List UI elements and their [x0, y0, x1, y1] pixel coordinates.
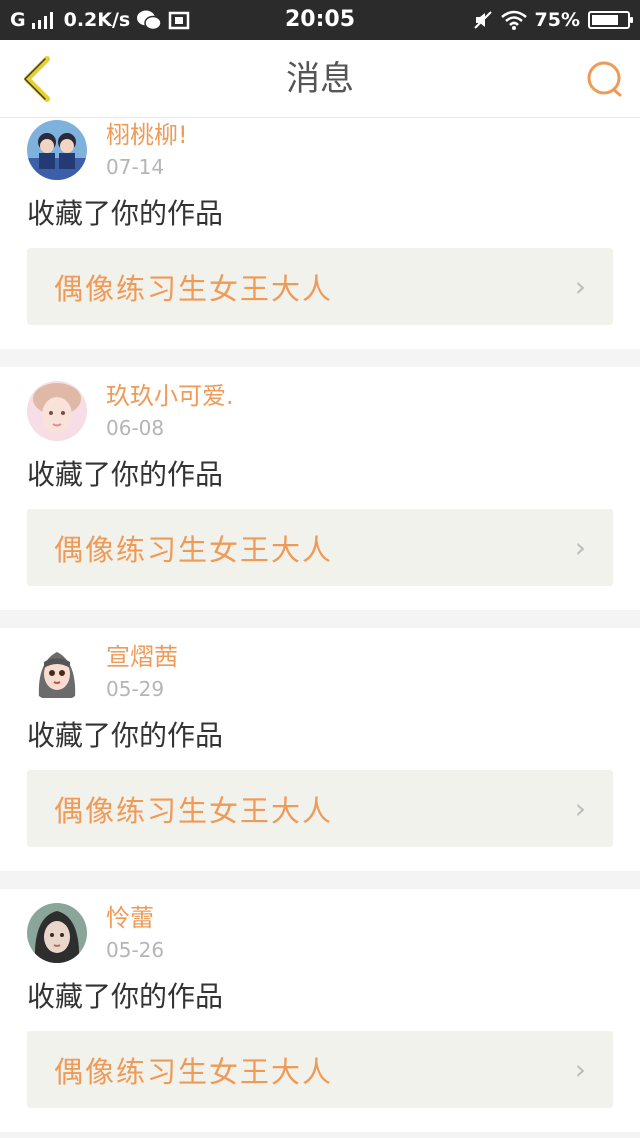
signal-icon	[31, 12, 53, 29]
username[interactable]: 怜蕾	[106, 903, 154, 933]
work-link[interactable]: 偶像练习生女王大人 ›	[27, 509, 613, 586]
wechat-icon	[137, 10, 162, 31]
work-title: 偶像练习生女王大人	[54, 271, 334, 306]
avatar[interactable]	[27, 120, 87, 180]
message-card: 宣熠茜 05-29 收藏了你的作品 偶像练习生女王大人 ›	[0, 628, 640, 871]
message-card: 怜蕾 05-26 收藏了你的作品 偶像练习生女王大人 ›	[0, 889, 640, 1132]
message-card: 玖玖小可爱. 06-08 收藏了你的作品 偶像练习生女王大人 ›	[0, 367, 640, 610]
message-list[interactable]: 栩桃柳! 07-14 收藏了你的作品 偶像练习生女王大人 › 玖玖小可爱. 06…	[0, 118, 640, 1138]
network-speed: 0.2K/s	[63, 9, 131, 31]
message-date: 06-08	[106, 416, 165, 440]
message-date: 07-14	[106, 155, 165, 179]
work-link[interactable]: 偶像练习生女王大人 ›	[27, 248, 613, 325]
chevron-right-icon: ›	[574, 270, 586, 303]
battery-percent: 75%	[534, 9, 580, 31]
mute-icon	[473, 11, 492, 29]
wifi-icon	[500, 10, 527, 30]
work-title: 偶像练习生女王大人	[54, 793, 334, 828]
carrier-label: G	[10, 9, 26, 31]
work-link[interactable]: 偶像练习生女王大人 ›	[27, 770, 613, 847]
chevron-right-icon: ›	[574, 1053, 586, 1086]
username[interactable]: 宣熠茜	[106, 642, 178, 672]
chevron-right-icon: ›	[574, 792, 586, 825]
work-link[interactable]: 偶像练习生女王大人 ›	[27, 1031, 613, 1108]
screenshot-icon	[169, 11, 190, 30]
message-date: 05-29	[106, 677, 165, 701]
battery-icon	[588, 11, 633, 29]
status-left: G 0.2K/s	[10, 9, 190, 31]
nav-header: 消息	[0, 40, 640, 118]
message-date: 05-26	[106, 938, 165, 962]
page-title: 消息	[286, 59, 354, 99]
message-text: 收藏了你的作品	[27, 980, 224, 1013]
username[interactable]: 玖玖小可爱.	[106, 381, 234, 411]
message-text: 收藏了你的作品	[27, 458, 224, 491]
message-card: 栩桃柳! 07-14 收藏了你的作品 偶像练习生女王大人 ›	[0, 118, 640, 349]
work-title: 偶像练习生女王大人	[54, 532, 334, 567]
chevron-right-icon: ›	[574, 531, 586, 564]
work-title: 偶像练习生女王大人	[54, 1054, 334, 1089]
status-bar: G 0.2K/s 20:05 75%	[0, 0, 640, 40]
message-text: 收藏了你的作品	[27, 719, 224, 752]
status-right: 75%	[473, 9, 633, 31]
avatar[interactable]	[27, 381, 87, 441]
avatar[interactable]	[27, 642, 87, 702]
avatar[interactable]	[27, 903, 87, 963]
username[interactable]: 栩桃柳!	[106, 120, 188, 150]
search-icon	[587, 61, 622, 97]
message-text: 收藏了你的作品	[27, 197, 224, 230]
search-button[interactable]	[582, 56, 628, 102]
